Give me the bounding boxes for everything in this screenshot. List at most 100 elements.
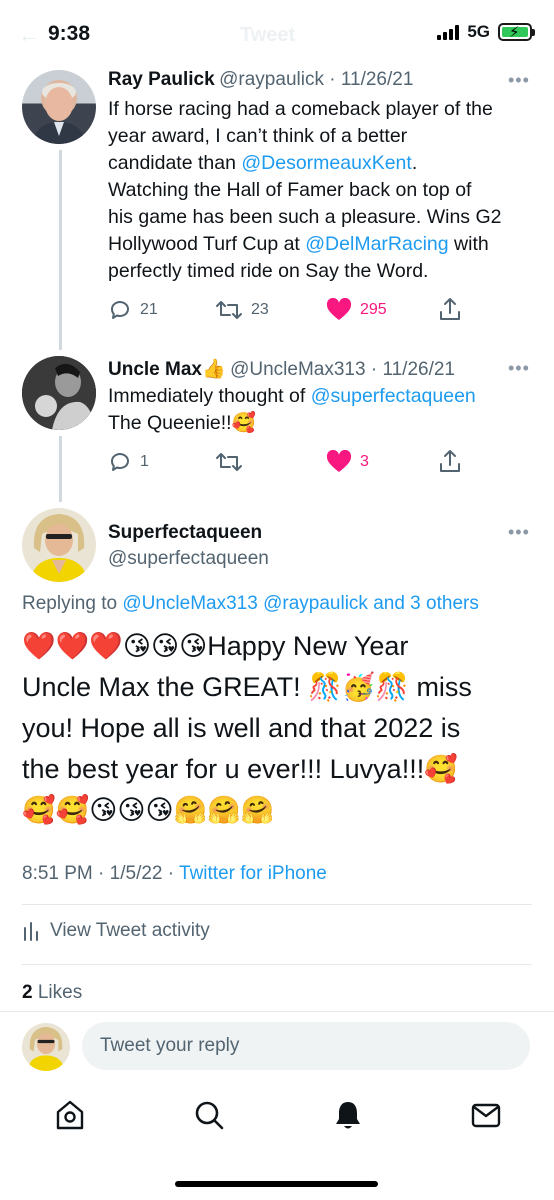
heart-icon [326, 450, 352, 472]
text-line: 🥰🥰😘😘😘🤗🤗🤗 [22, 795, 275, 825]
person-photo [32, 83, 86, 144]
retweet-count: 23 [251, 301, 269, 318]
reply-input[interactable]: Tweet your reply [82, 1022, 530, 1070]
text-line: ❤️❤️❤️😘😘😘Happy New Year [22, 631, 409, 661]
tweet-date[interactable]: 11/26/21 [341, 69, 414, 90]
avatar[interactable] [22, 356, 96, 430]
person-photo [22, 508, 96, 582]
retweet-icon [216, 301, 242, 319]
more-options-icon[interactable]: ••• [508, 358, 530, 379]
others-link[interactable]: and 3 others [373, 593, 479, 614]
tweet-header: Uncle Max👍 @UncleMax313 · 11/26/21 [108, 359, 456, 380]
likes-label: Likes [37, 982, 83, 1003]
charging-icon: ⚡ [509, 24, 520, 41]
signal-icon [437, 24, 460, 40]
reply-icon [111, 301, 129, 319]
text-line: Watching the Hall of Famer back on top o… [108, 179, 472, 201]
tweet-header: Ray Paulick @raypaulick · 11/26/21 [108, 69, 414, 90]
divider [22, 964, 532, 965]
text-line: If horse racing had a comeback player of… [108, 98, 493, 120]
more-options-icon[interactable]: ••• [508, 522, 530, 543]
back-arrow-icon[interactable]: ← [18, 22, 40, 48]
person-photo [22, 1023, 70, 1071]
display-name[interactable]: Superfectaqueen [108, 522, 262, 544]
more-options-icon[interactable]: ••• [508, 70, 530, 91]
like-button[interactable]: 295 [326, 298, 387, 322]
header-title: Tweet [240, 24, 296, 46]
person-photo [22, 356, 96, 430]
text-fragment: with [448, 233, 489, 255]
tweet-date: 1/5/22 [109, 863, 163, 884]
home-icon[interactable] [53, 1098, 87, 1132]
text-fragment: . [411, 152, 418, 174]
notifications-icon[interactable] [331, 1098, 365, 1132]
tweet-time: 8:51 PM [22, 863, 93, 884]
analytics-icon [24, 922, 38, 941]
activity-label: View Tweet activity [50, 920, 210, 941]
display-name[interactable]: Uncle Max👍 [108, 359, 226, 380]
divider [0, 1011, 554, 1012]
tweet-date[interactable]: 11/26/21 [382, 359, 455, 380]
reply-count: 1 [140, 453, 149, 470]
retweet-button[interactable]: 23 [215, 298, 269, 322]
text-line: perfectly timed ride on Say the Word. [108, 260, 429, 282]
text-line: his game has been such a pleasure. Wins … [108, 206, 502, 228]
thread-line [59, 150, 62, 350]
heart-icon [326, 298, 352, 320]
like-count: 295 [360, 301, 387, 318]
tweet-meta: 8:51 PM · 1/5/22 · Twitter for iPhone [22, 863, 327, 884]
likes-count: 2 [22, 982, 33, 1003]
divider [22, 904, 532, 905]
replying-to: Replying to @UncleMax313 @raypaulick and… [22, 593, 479, 615]
share-button[interactable] [438, 448, 462, 474]
home-indicator [175, 1181, 378, 1187]
reply-count: 21 [140, 301, 158, 318]
reply-button[interactable]: 1 [108, 450, 149, 474]
avatar[interactable] [22, 70, 96, 144]
text-line: you! Hope all is well and that 2022 is [22, 713, 461, 743]
network-label: 5G [467, 22, 490, 41]
my-avatar[interactable] [22, 1023, 70, 1071]
like-count: 3 [360, 453, 369, 470]
text-line: Immediately thought of @superfectaqueen [108, 383, 538, 410]
text-line: candidate than @DesormeauxKent. [108, 150, 538, 177]
replying-label: Replying to [22, 593, 123, 614]
text-line: Hollywood Turf Cup at @DelMarRacing with [108, 231, 538, 258]
mention-link[interactable]: @DelMarRacing [305, 233, 448, 255]
status-indicators: 5G ⚡ [437, 22, 535, 42]
tweet-text: Immediately thought of @superfectaqueen … [108, 383, 538, 437]
share-button[interactable] [438, 296, 462, 322]
mention-link[interactable]: @raypaulick [263, 593, 368, 614]
text-line: year award, I can’t think of a better [108, 125, 408, 147]
text-fragment: Immediately thought of [108, 385, 311, 407]
text-line: Uncle Max the GREAT! 🎊🥳🎊 miss [22, 672, 472, 702]
tweet-text: If horse racing had a comeback player of… [108, 96, 538, 285]
text-line: the best year for u ever!!! Luvya!!!🥰 [22, 754, 458, 784]
share-icon [440, 298, 460, 320]
main-tweet-text: ❤️❤️❤️😘😘😘Happy New Year Uncle Max the GR… [22, 626, 542, 831]
user-handle[interactable]: @superfectaqueen [108, 548, 269, 570]
thread-line [59, 436, 62, 502]
battery-icon: ⚡ [498, 23, 535, 41]
mention-link[interactable]: @UncleMax313 [122, 593, 257, 614]
mention-link[interactable]: @superfectaqueen [311, 385, 476, 407]
like-button[interactable]: 3 [326, 450, 369, 474]
likes-summary[interactable]: 2 Likes [22, 982, 82, 1004]
user-handle[interactable]: @UncleMax313 [230, 359, 365, 380]
messages-icon[interactable] [469, 1098, 503, 1132]
mention-link[interactable]: @DesormeauxKent [241, 152, 411, 174]
retweet-icon [216, 453, 242, 471]
retweet-button[interactable] [215, 450, 243, 474]
search-icon[interactable] [192, 1098, 226, 1132]
user-handle[interactable]: @raypaulick [219, 69, 324, 90]
reply-icon [111, 453, 129, 471]
share-icon [440, 450, 460, 472]
view-activity-button[interactable]: View Tweet activity [22, 920, 210, 942]
display-name[interactable]: Ray Paulick [108, 69, 215, 90]
status-time: 9:38 [48, 22, 91, 45]
text-fragment: candidate than [108, 152, 242, 174]
text-fragment: Hollywood Turf Cup at [108, 233, 306, 255]
reply-button[interactable]: 21 [108, 298, 158, 322]
tweet-source-link[interactable]: Twitter for iPhone [179, 863, 327, 884]
avatar[interactable] [22, 508, 96, 582]
